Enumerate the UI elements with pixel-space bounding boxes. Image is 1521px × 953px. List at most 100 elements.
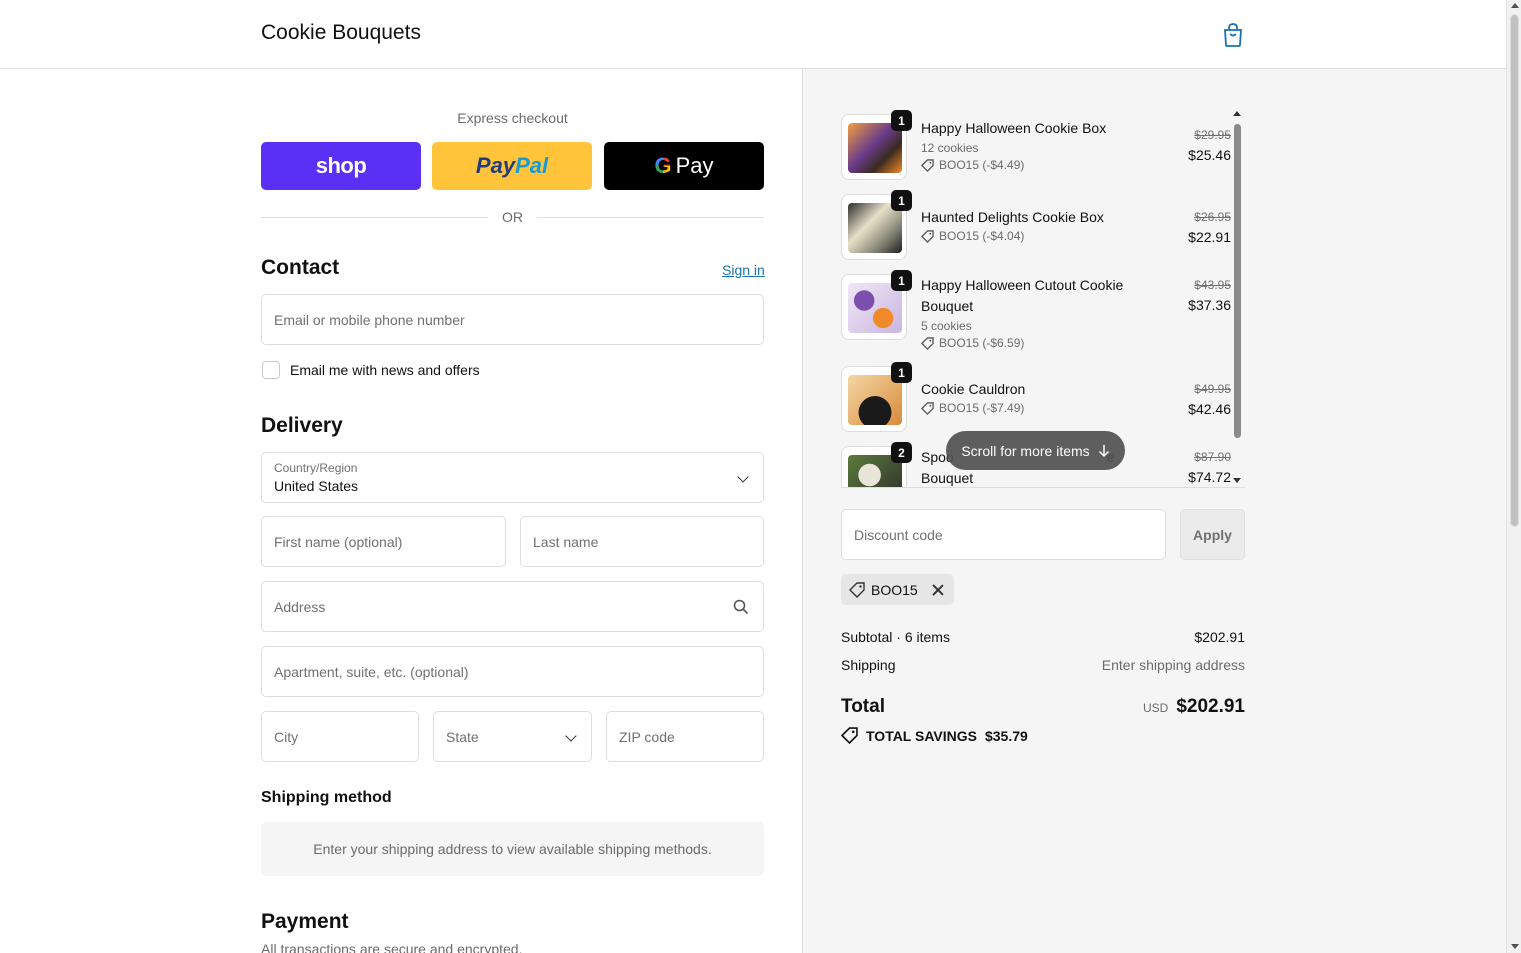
- product-discount: BOO15 (-$6.59): [921, 336, 1024, 350]
- original-price: $29.95: [1194, 128, 1231, 142]
- scroll-up-arrow-icon[interactable]: [1233, 111, 1241, 116]
- quantity-badge: 1: [891, 362, 912, 383]
- applied-code: BOO15: [871, 581, 918, 598]
- divider-right: [537, 217, 764, 218]
- chevron-down-icon: [737, 471, 749, 483]
- remove-discount-close-icon[interactable]: [932, 584, 944, 596]
- tag-icon: [849, 581, 865, 598]
- cart-scrollbar[interactable]: [1233, 108, 1242, 488]
- discounted-price: $37.36: [1188, 297, 1231, 313]
- divider-left: [261, 217, 488, 218]
- shop-pay-logo: shop: [315, 153, 367, 178]
- discount-placeholder: Discount code: [854, 526, 943, 543]
- product-discount: BOO15 (-$7.49): [921, 401, 1024, 415]
- google-g-icon: G: [654, 153, 672, 178]
- state-select[interactable]: State: [433, 711, 592, 762]
- page-scrollbar[interactable]: [1506, 0, 1521, 953]
- state-placeholder: State: [446, 728, 479, 745]
- tag-icon: [921, 158, 934, 172]
- apartment-placeholder: Apartment, suite, etc. (optional): [274, 663, 469, 680]
- search-icon: [733, 599, 749, 614]
- paypal-logo-part1: Pay: [475, 153, 516, 178]
- payment-heading: Payment: [261, 910, 349, 933]
- paypal-button[interactable]: Pay Pal: [432, 142, 592, 190]
- total-value: $202.91: [1176, 696, 1245, 717]
- total-amount: USD $202.91: [1143, 696, 1245, 718]
- scroll-hint-label: Scroll for more items: [961, 442, 1090, 459]
- total-label: Total: [841, 696, 885, 717]
- scroll-down-arrow-icon[interactable]: [1233, 478, 1241, 483]
- address-placeholder: Address: [274, 598, 326, 615]
- original-price: $49.95: [1194, 382, 1231, 396]
- savings-value: $35.79: [984, 727, 1028, 744]
- address-field[interactable]: Address: [261, 581, 764, 632]
- product-discount: BOO15 (-$4.04): [921, 229, 1024, 243]
- discounted-price: $22.91: [1188, 229, 1231, 245]
- applied-discount-chip: BOO15: [841, 574, 954, 605]
- arrow-down-icon: [1098, 444, 1109, 457]
- first-name-field[interactable]: First name (optional): [261, 516, 506, 567]
- product-name: Happy Halloween Cookie Box: [921, 120, 1107, 136]
- country-select[interactable]: Country/Region United States: [261, 452, 764, 503]
- subtotal-label: Subtotal · 6 items: [841, 629, 950, 645]
- cart-item: 1 Haunted Delights Cookie Box BOO15 (-$4…: [841, 190, 1231, 264]
- quantity-badge: 2: [891, 442, 912, 463]
- original-price: $43.95: [1194, 278, 1231, 292]
- shipping-value: Enter shipping address: [1101, 657, 1245, 673]
- paypal-logo-part2: Pal: [515, 153, 549, 178]
- tag-icon: [921, 229, 934, 243]
- shipping-methods-notice: Enter your shipping address to view avai…: [261, 822, 764, 876]
- news-offers-checkbox[interactable]: [262, 361, 280, 379]
- product-name-line2: Bouquet: [921, 470, 974, 486]
- discount-text: BOO15 (-$6.59): [939, 336, 1025, 350]
- original-price: $87.90: [1194, 450, 1231, 464]
- discount-text: BOO15 (-$4.04): [939, 229, 1025, 243]
- tag-icon: [921, 401, 934, 415]
- email-placeholder: Email or mobile phone number: [274, 311, 465, 328]
- discount-code-field[interactable]: Discount code: [841, 509, 1166, 560]
- email-field[interactable]: Email or mobile phone number: [261, 294, 764, 345]
- cart-scrollbar-thumb[interactable]: [1234, 124, 1241, 438]
- product-name: Cookie Cauldron: [921, 381, 1026, 397]
- savings-label: TOTAL SAVINGS: [866, 727, 977, 744]
- total-savings: TOTAL SAVINGS $35.79: [841, 727, 1028, 744]
- product-name: Haunted Delights Cookie Box: [921, 209, 1104, 225]
- tag-icon: [841, 727, 858, 744]
- product-variant: 12 cookies: [921, 141, 979, 155]
- product-variant: 5 cookies: [921, 319, 972, 333]
- google-pay-label: Pay: [675, 153, 714, 178]
- cart-item: 1 Happy Halloween Cutout Cookie Bouquet …: [841, 270, 1231, 364]
- google-pay-button[interactable]: G Pay: [604, 142, 764, 190]
- discounted-price: $25.46: [1188, 147, 1231, 163]
- subtotal-value: $202.91: [1194, 629, 1245, 645]
- city-field[interactable]: City: [261, 711, 419, 762]
- scrollbar-thumb[interactable]: [1510, 14, 1519, 527]
- last-name-field[interactable]: Last name: [520, 516, 764, 567]
- scroll-for-more-button[interactable]: Scroll for more items: [946, 431, 1125, 470]
- last-name-placeholder: Last name: [533, 533, 599, 550]
- scroll-up-arrow-icon[interactable]: [1511, 3, 1519, 8]
- first-name-placeholder: First name (optional): [274, 533, 403, 550]
- total-currency: USD: [1142, 701, 1169, 715]
- delivery-heading: Delivery: [261, 414, 343, 437]
- cart-item: 1 Happy Halloween Cookie Box 12 cookies …: [841, 110, 1231, 184]
- city-placeholder: City: [274, 728, 299, 745]
- news-offers-label[interactable]: Email me with news and offers: [290, 362, 480, 378]
- shop-pay-button[interactable]: shop: [261, 142, 421, 190]
- brand-name[interactable]: Cookie Bouquets: [261, 21, 421, 45]
- site-header: Cookie Bouquets: [0, 0, 1506, 69]
- scroll-down-arrow-icon[interactable]: [1511, 944, 1519, 949]
- product-discount: BOO15 (-$4.49): [921, 158, 1024, 172]
- shopping-bag-icon[interactable]: [1221, 22, 1245, 48]
- quantity-badge: 1: [891, 270, 912, 291]
- apply-discount-button[interactable]: Apply: [1180, 509, 1245, 560]
- shipping-method-heading: Shipping method: [261, 789, 392, 806]
- sign-in-link[interactable]: Sign in: [722, 262, 765, 278]
- apartment-field[interactable]: Apartment, suite, etc. (optional): [261, 646, 764, 697]
- product-name: Happy Halloween Cutout Cookie Bouquet: [921, 277, 1124, 314]
- or-divider-text: OR: [502, 209, 523, 225]
- country-label: Country/Region: [274, 461, 358, 475]
- quantity-badge: 1: [891, 110, 912, 131]
- zip-field[interactable]: ZIP code: [606, 711, 764, 762]
- shipping-methods-message: Enter your shipping address to view avai…: [313, 841, 712, 857]
